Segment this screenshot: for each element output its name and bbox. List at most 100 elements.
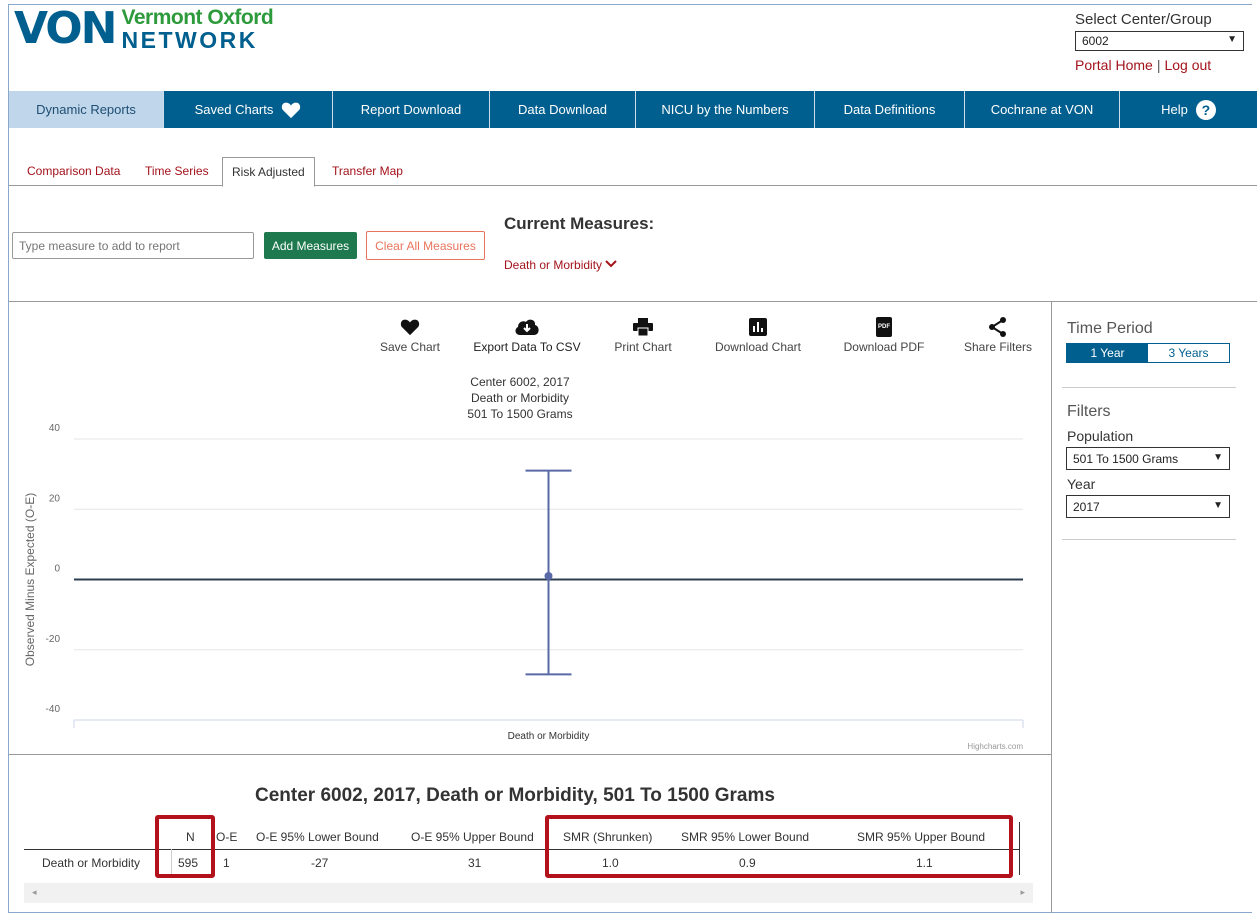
y-tick-label: -40 <box>46 704 61 715</box>
share-filters-label: Share Filters <box>963 340 1033 354</box>
svg-text:PDF: PDF <box>878 324 890 330</box>
tab-time-series[interactable]: Time Series <box>145 164 209 178</box>
download-pdf-button[interactable]: PDF Download PDF <box>836 316 932 354</box>
select-center-label: Select Center/Group <box>1075 11 1212 28</box>
export-csv-button[interactable]: Export Data To CSV <box>472 316 582 354</box>
nav-cochrane[interactable]: Cochrane at VON <box>965 91 1120 128</box>
export-csv-label: Export Data To CSV <box>473 340 581 354</box>
table-title: Center 6002, 2017, Death or Morbidity, 5… <box>255 785 775 806</box>
print-chart-label: Print Chart <box>614 340 672 354</box>
current-measure-label: Death or Morbidity <box>504 258 603 272</box>
heart-icon <box>281 101 301 119</box>
y-tick-label: 40 <box>49 423 61 434</box>
nav-report-download[interactable]: Report Download <box>333 91 490 128</box>
period-1-year[interactable]: 1 Year <box>1067 344 1148 362</box>
help-icon: ? <box>1195 99 1216 120</box>
year-select-value: 2017 <box>1073 500 1100 514</box>
von-logo[interactable]: VON Vermont Oxford NETWORK <box>14 3 274 54</box>
chart-title-line: 501 To 1500 Grams <box>467 407 572 421</box>
time-period-toggle: 1 Year 3 Years <box>1066 343 1230 363</box>
dropdown-arrow-icon: ▼ <box>1213 452 1223 463</box>
current-measure-item[interactable]: Death or Morbidity <box>504 258 618 272</box>
scroll-right-arrow-icon[interactable]: ▸ <box>1020 887 1025 898</box>
nav-label: Data Definitions <box>843 102 936 117</box>
logout-link[interactable]: Log out <box>1164 57 1211 73</box>
center-select[interactable]: 6002 ▼ <box>1075 31 1244 51</box>
save-chart-button[interactable]: Save Chart <box>374 316 446 354</box>
nav-label: Report Download <box>360 102 462 117</box>
link-separator: | <box>1156 57 1161 73</box>
download-chart-label: Download Chart <box>714 340 802 354</box>
cell-oe-lower: -27 <box>311 856 329 870</box>
bar-chart-icon <box>706 316 810 338</box>
cloud-download-icon <box>472 316 582 338</box>
nav-nicu-by-numbers[interactable]: NICU by the Numbers <box>636 91 815 128</box>
highlight-box-smr <box>545 815 1013 878</box>
nav-data-definitions[interactable]: Data Definitions <box>815 91 965 128</box>
table-horizontal-scrollbar[interactable]: ◂ ▸ <box>24 883 1033 903</box>
center-selector: Select Center/Group 6002 ▼ Portal Home | L… <box>1075 11 1245 73</box>
cell-oe: 1 <box>223 856 230 870</box>
highcharts-credit: Highcharts.com <box>967 742 1023 751</box>
nav-data-download[interactable]: Data Download <box>490 91 636 128</box>
col-header-oe-upper: O-E 95% Upper Bound <box>411 830 534 844</box>
x-category-label: Death or Morbidity <box>508 731 590 742</box>
time-period-title: Time Period <box>1067 320 1153 337</box>
population-label: Population <box>1067 428 1134 444</box>
tab-risk-adjusted[interactable]: Risk Adjusted <box>222 157 315 187</box>
chevron-down-icon <box>605 258 618 272</box>
row-label: Death or Morbidity <box>42 856 141 870</box>
panel-divider <box>1062 539 1236 540</box>
population-select[interactable]: 501 To 1500 Grams ▼ <box>1066 447 1230 470</box>
nav-dynamic-reports[interactable]: Dynamic Reports <box>9 91 164 128</box>
panel-divider <box>1051 301 1052 913</box>
highlight-box-n <box>155 815 215 878</box>
col-header-oe: O-E <box>216 830 238 844</box>
add-measures-button[interactable]: Add Measures <box>264 232 357 259</box>
nav-saved-charts[interactable]: Saved Charts <box>164 91 333 128</box>
logo-mark: VON <box>14 3 118 54</box>
year-label: Year <box>1067 476 1096 492</box>
dropdown-arrow-icon: ▼ <box>1213 500 1223 511</box>
portal-home-link[interactable]: Portal Home <box>1075 57 1153 73</box>
tab-comparison-data[interactable]: Comparison Data <box>27 164 120 178</box>
logo-line-1: Vermont Oxford <box>121 6 274 29</box>
table-right-rule <box>1019 822 1020 875</box>
population-select-value: 501 To 1500 Grams <box>1073 452 1179 466</box>
measure-search-input[interactable] <box>12 232 254 259</box>
cell-oe-upper: 31 <box>468 856 482 870</box>
section-divider <box>9 301 1257 302</box>
clear-all-measures-button[interactable]: Clear All Measures <box>366 231 485 260</box>
nav-label: Cochrane at VON <box>990 102 1094 117</box>
download-pdf-label: Download PDF <box>843 340 925 354</box>
share-filters-button[interactable]: Share Filters <box>958 316 1038 354</box>
nav-label: Saved Charts <box>194 102 274 117</box>
nav-help[interactable]: Help ? <box>1120 91 1257 128</box>
download-chart-button[interactable]: Download Chart <box>706 316 810 354</box>
filters-title: Filters <box>1067 403 1111 420</box>
heart-icon <box>374 316 446 338</box>
y-tick-label: 0 <box>54 564 60 575</box>
chart-title-line: Center 6002, 2017 <box>470 375 570 389</box>
col-header-oe-lower: O-E 95% Lower Bound <box>256 830 379 844</box>
year-select[interactable]: 2017 ▼ <box>1066 495 1230 518</box>
save-chart-label: Save Chart <box>379 340 441 354</box>
panel-divider <box>1062 387 1236 388</box>
print-chart-button[interactable]: Print Chart <box>606 316 680 354</box>
data-point-marker <box>544 571 553 580</box>
current-measures-title: Current Measures: <box>504 214 655 233</box>
report-tabs: Comparison Data Time Series Risk Adjuste… <box>9 157 1257 187</box>
center-select-value: 6002 <box>1082 34 1109 48</box>
tab-transfer-map[interactable]: Transfer Map <box>332 164 403 178</box>
scroll-left-arrow-icon[interactable]: ◂ <box>32 887 37 898</box>
pdf-icon: PDF <box>836 316 932 338</box>
printer-icon <box>606 316 680 338</box>
risk-adjusted-chart: Center 6002, 2017 Death or Morbidity 501 T… <box>23 375 1024 751</box>
period-3-years[interactable]: 3 Years <box>1148 344 1229 362</box>
nav-label: Dynamic Reports <box>36 102 136 117</box>
y-tick-label: -20 <box>46 634 61 645</box>
main-nav: Dynamic Reports Saved Charts Report Down… <box>9 91 1257 128</box>
logo-line-2: NETWORK <box>121 27 258 53</box>
nav-label: Data Download <box>518 102 607 117</box>
y-tick-label: 20 <box>49 493 61 504</box>
